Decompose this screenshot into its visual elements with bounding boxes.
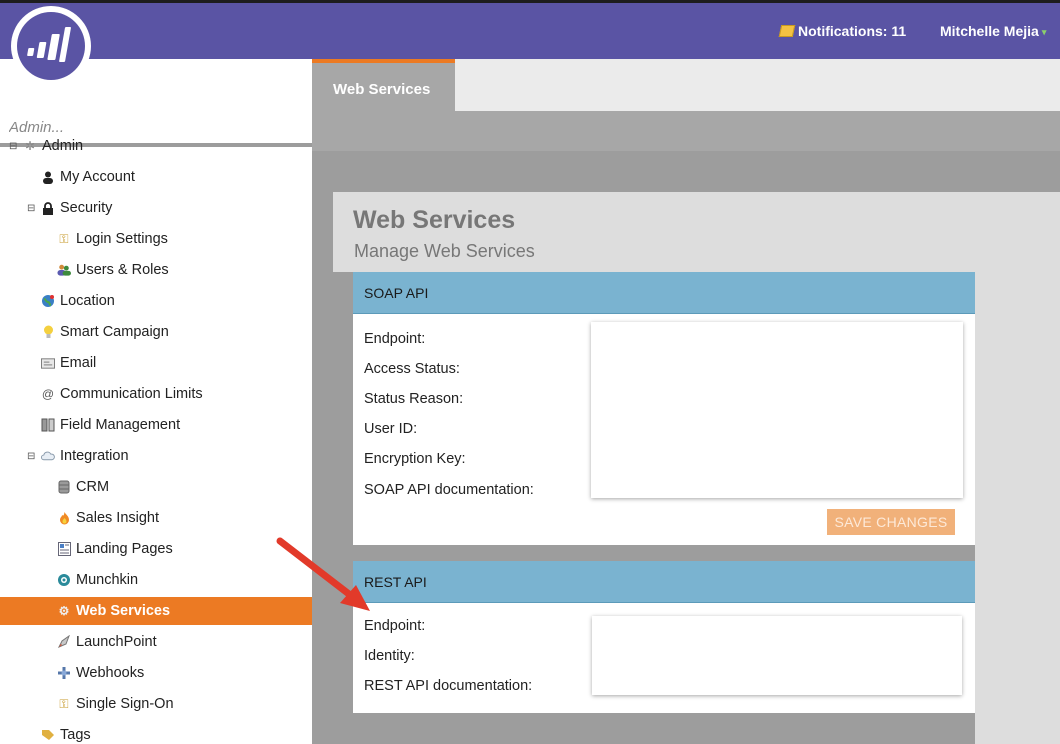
tree-item-communication-limits[interactable]: @ Communication Limits (41, 380, 203, 408)
gears-icon: ⚙ (58, 604, 70, 618)
rest-api-heading: REST API (353, 561, 975, 603)
collapse-toggle-icon[interactable]: ⊟ (9, 141, 21, 152)
person-icon (41, 170, 55, 184)
soap-api-heading-label: SOAP API (364, 284, 429, 301)
collapse-toggle-icon[interactable]: ⊟ (27, 451, 39, 462)
lightbulb-icon (41, 325, 55, 339)
soap-values-box (591, 322, 963, 498)
tree-item-smart-campaign[interactable]: Smart Campaign (41, 318, 169, 346)
cloud-icon (41, 449, 55, 463)
soap-status-reason-label: Status Reason: (364, 391, 464, 407)
tab-web-services[interactable]: Web Services (312, 59, 455, 111)
tree-item-label: Webhooks (76, 665, 145, 681)
chevron-down-icon: ▾ (1041, 26, 1047, 37)
tree-item-label: Communication Limits (60, 386, 203, 402)
tree-item-launchpoint[interactable]: LaunchPoint (57, 628, 157, 656)
tree-item-label: Single Sign-On (76, 696, 174, 712)
soap-encryption-key-label: Encryption Key: (364, 451, 466, 467)
tree-item-label: Admin (42, 138, 84, 154)
admin-sidebar: ⊟ ✲ Admin My Account ⊟ Security ⚿ Login … (0, 59, 312, 744)
tree-item-label: LaunchPoint (76, 634, 157, 650)
tag-icon (41, 728, 55, 742)
tree-item-single-sign-on[interactable]: ⚿ Single Sign-On (57, 690, 174, 718)
tree-item-location[interactable]: Location (41, 287, 115, 315)
email-icon (41, 356, 55, 370)
globe-icon (41, 294, 55, 308)
tree-item-field-management[interactable]: Field Management (41, 411, 180, 439)
tree-item-sales-insight[interactable]: Sales Insight (57, 504, 159, 532)
key-icon: ⚿ (59, 696, 69, 711)
users-icon (57, 263, 71, 277)
tree-item-email[interactable]: Email (41, 349, 96, 377)
rest-identity-label: Identity: (364, 648, 415, 664)
tree-item-webhooks[interactable]: Webhooks (57, 659, 144, 687)
lock-icon (41, 201, 55, 215)
notepad-icon (778, 25, 796, 37)
tree-item-label: Tags (60, 727, 91, 743)
tree-item-label: Web Services (76, 603, 171, 619)
tree-item-integration[interactable]: ⊟ Integration (27, 442, 129, 470)
rest-values-box (592, 616, 962, 695)
logo-mark (17, 12, 85, 80)
notifications-label: Notifications: 11 (798, 23, 907, 39)
soap-api-heading: SOAP API (353, 272, 975, 314)
tree-item-label: Field Management (60, 417, 181, 433)
tree-item-label: CRM (76, 479, 110, 495)
tree-item-my-account[interactable]: My Account (41, 163, 135, 191)
tree-item-landing-pages[interactable]: Landing Pages (57, 535, 173, 563)
tree-item-admin[interactable]: ⊟ ✲ Admin (9, 132, 83, 160)
page-icon (57, 542, 71, 556)
tree-item-label: Location (60, 293, 115, 309)
save-changes-button[interactable]: SAVE CHANGES (827, 509, 955, 535)
collapse-toggle-icon[interactable]: ⊟ (27, 203, 39, 214)
rest-api-documentation-label: REST API documentation: (364, 678, 533, 694)
tree-item-label: My Account (60, 169, 135, 185)
soap-user-id-label: User ID: (364, 421, 418, 437)
notifications-link[interactable]: Notifications: 11 (778, 23, 907, 39)
tree-item-label: Munchkin (76, 572, 139, 588)
toolbar (312, 111, 1060, 151)
soap-endpoint-label: Endpoint: (364, 331, 426, 347)
tree-item-login-settings[interactable]: ⚿ Login Settings (57, 225, 168, 253)
tree-item-label: Landing Pages (76, 541, 173, 557)
tree-item-label: Smart Campaign (60, 324, 169, 340)
rocket-icon (57, 635, 71, 649)
tree-item-tags[interactable]: Tags (41, 721, 91, 744)
gear-icon: ✲ (24, 139, 36, 153)
tree-item-label: Sales Insight (76, 510, 160, 526)
user-menu[interactable]: Mitchelle Mejia ▾ (940, 23, 1046, 39)
soap-access-status-label: Access Status: (364, 361, 460, 377)
key-icon: ⚿ (59, 231, 69, 246)
tree-item-crm[interactable]: CRM (57, 473, 109, 501)
at-sign-icon: @ (41, 387, 55, 401)
top-bar: Notifications: 11 Mitchelle Mejia ▾ (0, 0, 1060, 59)
bars-chart-icon (27, 27, 71, 62)
webhook-icon (57, 666, 71, 680)
tab-strip: Web Services (312, 59, 1060, 111)
page-header: Web Services Manage Web Services (333, 192, 1060, 272)
marketo-logo[interactable] (11, 6, 91, 86)
tree-item-web-services[interactable]: ⚙ Web Services (0, 597, 312, 625)
tree-item-label: Security (60, 200, 113, 216)
tree-item-label: Integration (60, 448, 129, 464)
user-name: Mitchelle Mejia (940, 23, 1039, 39)
page-subtitle: Manage Web Services (354, 241, 535, 261)
flame-icon (57, 511, 71, 525)
tree-item-label: Login Settings (76, 231, 168, 247)
tree-item-security[interactable]: ⊟ Security (27, 194, 112, 222)
tree-item-label: Users & Roles (76, 262, 169, 278)
database-icon (57, 480, 71, 494)
tree-item-users-roles[interactable]: Users & Roles (57, 256, 169, 284)
page-title: Web Services (353, 206, 516, 234)
fields-icon (41, 418, 55, 432)
tree-item-munchkin[interactable]: Munchkin (57, 566, 138, 594)
right-side-panel (975, 272, 1060, 744)
tree-item-label: Email (60, 355, 97, 371)
annotation-arrow (276, 537, 370, 611)
soap-api-documentation-label: SOAP API documentation: (364, 482, 534, 498)
munchkin-icon (57, 573, 71, 587)
rest-endpoint-label: Endpoint: (364, 618, 426, 634)
